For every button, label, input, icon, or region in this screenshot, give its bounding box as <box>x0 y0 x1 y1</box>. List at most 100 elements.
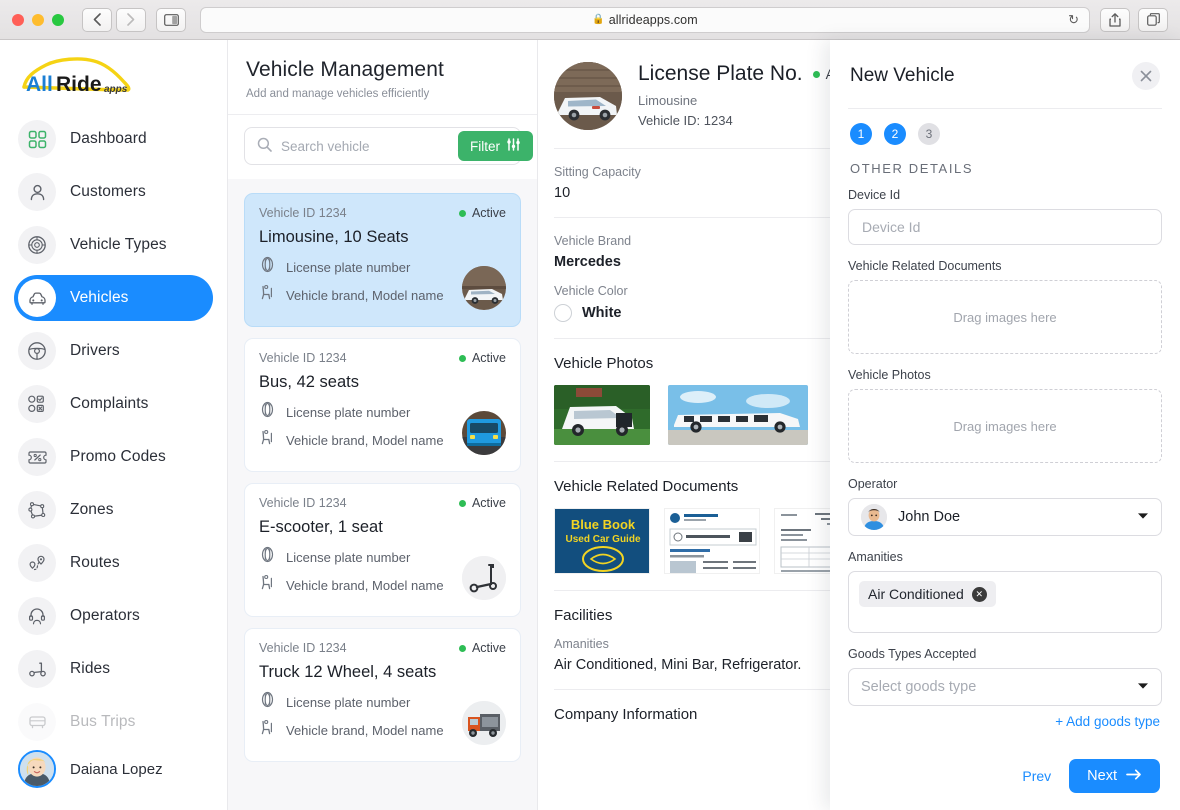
vehicle-name: Truck 12 Wheel, 4 seats <box>259 663 437 681</box>
license-plate-label: License plate number <box>286 694 411 710</box>
sidebar-item-bus-trips[interactable]: Bus Trips <box>14 699 213 745</box>
sidebar-item-rides[interactable]: Rides <box>14 646 213 692</box>
license-plate-label: License plate number <box>286 404 411 420</box>
add-goods-type-link[interactable]: + Add goods type <box>848 706 1162 729</box>
vehicle-brand-label: Vehicle brand, Model name <box>286 722 444 738</box>
share-button[interactable] <box>1100 7 1130 32</box>
show-tabs-button[interactable] <box>1138 7 1168 32</box>
vehicle-thumbnail <box>462 266 506 310</box>
amenities-chips-box[interactable]: Air Conditioned ✕ <box>848 571 1162 633</box>
status-dot-icon <box>458 644 466 652</box>
limousine-photo <box>554 62 622 130</box>
vehicle-photo-thumbnail[interactable] <box>554 385 650 445</box>
complaint-icon <box>18 385 56 423</box>
app-logo[interactable]: All Ride apps <box>0 40 227 110</box>
sidebar-item-customers[interactable]: Customers <box>14 169 213 215</box>
user-icon <box>18 173 56 211</box>
route-pin-icon <box>18 544 56 582</box>
sidebar-item-routes[interactable]: Routes <box>14 540 213 586</box>
operator-field: Operator John Doe <box>848 477 1162 536</box>
sidebar-item-zones[interactable]: Zones <box>14 487 213 533</box>
step-1[interactable]: 1 <box>850 123 872 145</box>
operator-value: John Doe <box>898 509 961 525</box>
sidebar-item-label: Routes <box>70 554 120 571</box>
sidebar-item-promo-codes[interactable]: Promo Codes <box>14 434 213 480</box>
search-box[interactable]: Filter <box>244 127 533 165</box>
document-thumbnail[interactable] <box>664 508 760 574</box>
vehicle-documents-field: Vehicle Related Documents Drag images he… <box>848 259 1162 354</box>
sidebar-item-label: Complaints <box>70 395 149 412</box>
grid-icon <box>18 120 56 158</box>
sidebar-item-vehicle-types[interactable]: Vehicle Types <box>14 222 213 268</box>
sidebar-item-label: Vehicle Types <box>70 236 167 253</box>
vehicle-card[interactable]: Vehicle ID 1234 Active Truck 12 Wheel, 4… <box>244 628 521 762</box>
minimize-window-button[interactable] <box>32 13 44 26</box>
vehicle-card[interactable]: Vehicle ID 1234 Active Bus, 42 seats Lic… <box>244 338 521 472</box>
vehicle-cards-scroll[interactable]: Vehicle ID 1234 Active Limousine, 10 Sea… <box>228 179 537 810</box>
license-plate-label: License plate number <box>286 259 411 275</box>
status-badge: Active <box>458 496 506 510</box>
sidebar-toggle-button[interactable] <box>156 7 186 32</box>
device-id-input[interactable] <box>848 209 1162 245</box>
sidebar-item-label: Vehicles <box>70 289 129 306</box>
detail-vehicle-photo <box>554 62 622 130</box>
vehicle-card[interactable]: Vehicle ID 1234 Active Limousine, 10 Sea… <box>244 193 521 327</box>
detail-vehicle-id: Vehicle ID: 1234 <box>638 113 733 128</box>
back-button[interactable] <box>82 7 112 32</box>
detail-vehicle-type: Limousine <box>638 93 698 108</box>
goods-types-value: Select goods type <box>861 679 977 695</box>
status-dot-icon <box>458 209 466 217</box>
step-3[interactable]: 3 <box>918 123 940 145</box>
goods-types-select[interactable]: Select goods type <box>848 668 1162 706</box>
prev-button[interactable]: Prev <box>1022 768 1051 784</box>
maximize-window-button[interactable] <box>52 13 64 26</box>
vehicle-id-label: Vehicle ID 1234 <box>259 206 347 220</box>
address-bar[interactable]: 🔒 allrideapps.com ↻ <box>200 6 1090 33</box>
forward-button[interactable] <box>116 7 146 32</box>
sidebar-item-operators[interactable]: Operators <box>14 593 213 639</box>
search-icon <box>257 137 272 155</box>
new-vehicle-header: New Vehicle <box>848 40 1162 109</box>
lock-icon: 🔒 <box>592 14 605 25</box>
page-header: Vehicle Management Add and manage vehicl… <box>228 40 537 115</box>
search-input[interactable] <box>281 138 458 154</box>
document-thumbnail[interactable]: Blue Book Used Car Guide <box>554 508 650 574</box>
next-button-label: Next <box>1087 768 1117 784</box>
tire-icon <box>259 256 276 278</box>
status-text: Active <box>471 206 506 220</box>
operator-select[interactable]: John Doe <box>848 498 1162 536</box>
status-badge: Active <box>458 641 506 655</box>
filter-button[interactable]: Filter <box>458 131 533 161</box>
browser-toolbar: 🔒 allrideapps.com ↻ <box>0 0 1180 40</box>
next-button[interactable]: Next <box>1069 759 1160 793</box>
step-2[interactable]: 2 <box>884 123 906 145</box>
reload-button[interactable]: ↻ <box>1068 12 1079 28</box>
vehicle-photo-thumbnail[interactable] <box>668 385 808 445</box>
sidebar-item-label: Dashboard <box>70 130 147 147</box>
documents-dropzone[interactable]: Drag images here <box>848 280 1162 354</box>
sidebar-item-label: Bus Trips <box>70 713 136 730</box>
vehicle-card[interactable]: Vehicle ID 1234 Active E-scooter, 1 seat <box>244 483 521 617</box>
steering-wheel-icon <box>18 332 56 370</box>
status-dot-icon <box>812 70 820 78</box>
new-vehicle-panel: New Vehicle 1 2 3 OTHER DETAILS Device I… <box>830 40 1180 810</box>
sidebar-item-drivers[interactable]: Drivers <box>14 328 213 374</box>
vehicle-thumbnail <box>462 701 506 745</box>
operator-avatar <box>861 504 887 530</box>
truck-photo <box>462 701 506 745</box>
scooter-icon <box>18 650 56 688</box>
user-profile[interactable]: Daiana Lopez <box>18 750 163 788</box>
sidebar-item-complaints[interactable]: Complaints <box>14 381 213 427</box>
chevron-right-icon <box>127 13 135 26</box>
close-circle-icon[interactable]: ✕ <box>971 586 987 602</box>
close-window-button[interactable] <box>12 13 24 26</box>
svg-text:Used Car Guide: Used Car Guide <box>565 534 640 545</box>
photos-dropzone[interactable]: Drag images here <box>848 389 1162 463</box>
amenity-chip[interactable]: Air Conditioned ✕ <box>859 581 996 607</box>
goods-types-field: Goods Types Accepted Select goods type +… <box>848 647 1162 729</box>
page-subtitle: Add and manage vehicles efficiently <box>246 88 430 100</box>
close-button[interactable] <box>1132 62 1160 90</box>
ticket-percent-icon <box>18 438 56 476</box>
sidebar-item-vehicles[interactable]: Vehicles <box>14 275 213 321</box>
sidebar-item-dashboard[interactable]: Dashboard <box>14 116 213 162</box>
